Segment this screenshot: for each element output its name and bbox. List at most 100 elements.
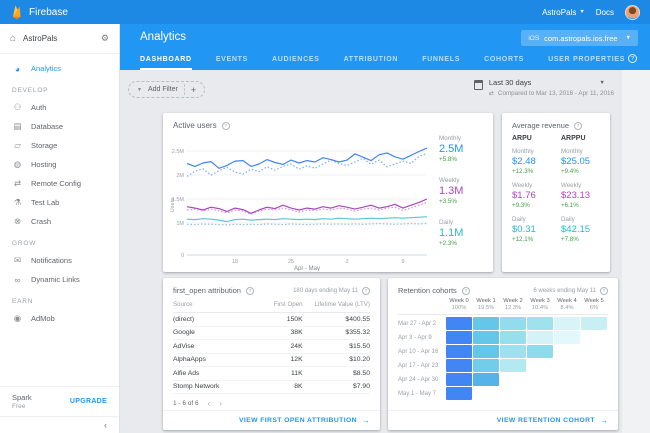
cohort-cell[interactable] [446, 359, 472, 372]
upgrade-button[interactable]: UPGRADE [70, 398, 107, 405]
column-header-source: Source [173, 301, 251, 308]
add-filter-button[interactable]: ▼ Add Filter + [128, 81, 205, 98]
storage-icon: ▱ [12, 140, 23, 151]
tab-audiences[interactable]: AUDIENCES [272, 56, 320, 70]
cohort-cell[interactable] [527, 331, 553, 344]
stat-period-label: Daily [439, 219, 487, 226]
help-icon[interactable]: ? [628, 54, 637, 63]
cohort-cell[interactable] [446, 331, 472, 344]
cohort-cell[interactable] [446, 373, 472, 386]
firebase-console: Firebase AstroPals ▼ Docs ⌂ AstroPals ⚙ … [0, 0, 650, 433]
cohort-cell[interactable] [581, 317, 607, 330]
cohort-cell[interactable] [473, 317, 499, 330]
project-switcher[interactable]: AstroPals ▼ [542, 8, 585, 17]
cohort-cell[interactable] [446, 387, 472, 400]
sidebar-item-label: Remote Config [31, 179, 81, 188]
cohort-row-label: Apr 10 - Apr 16 [398, 349, 446, 355]
next-page-icon[interactable]: › [219, 399, 222, 408]
stat-value: $2.48 [512, 156, 551, 167]
tab-cohorts[interactable]: COHORTS [484, 56, 524, 70]
stat-delta: +3.5% [439, 198, 487, 205]
sidebar-section-develop: DEVELOP [12, 87, 119, 94]
cohort-cell[interactable] [527, 317, 553, 330]
cohort-cell[interactable] [554, 331, 580, 344]
cohort-cell[interactable] [500, 331, 526, 344]
help-icon[interactable]: ? [600, 287, 608, 295]
cohort-cell[interactable] [473, 331, 499, 344]
sidebar-item-dynamic-links[interactable]: ∞ Dynamic Links [0, 270, 119, 289]
cohort-cell-empty [473, 387, 499, 400]
avatar[interactable] [625, 5, 640, 20]
app-selector[interactable]: iOS com.astropals.ios.free ▼ [521, 30, 638, 46]
prev-page-icon[interactable]: ‹ [208, 399, 211, 408]
help-icon[interactable]: ? [222, 122, 230, 130]
view-first-open-attribution-link[interactable]: VIEW FIRST OPEN ATTRIBUTION [239, 417, 357, 424]
cohort-cell[interactable] [446, 317, 472, 330]
sidebar-item-label: AdMob [31, 314, 55, 323]
series-daily [187, 217, 427, 222]
cohort-week-percent: 10.4% [527, 305, 553, 311]
column-header-ltv: Lifetime Value (LTV) [303, 301, 370, 308]
cohort-week-percent: 19.5% [473, 305, 499, 311]
cohort-cell[interactable] [554, 317, 580, 330]
table-row[interactable]: (direct)150K$400.55 [173, 313, 370, 327]
project-overview-row[interactable]: ⌂ AstroPals ⚙ [0, 24, 119, 54]
table-row[interactable]: Alfie Ads11K$8.50 [173, 367, 370, 381]
plan-info: Spark Free [12, 393, 32, 410]
table-row[interactable]: AdVise24K$15.50 [173, 340, 370, 354]
cohort-cell[interactable] [473, 373, 499, 386]
sidebar-item-database[interactable]: ▤Database [0, 117, 119, 136]
sidebar-item-remote-config[interactable]: ⇄Remote Config [0, 174, 119, 193]
tab-funnels[interactable]: FUNNELS [422, 56, 460, 70]
crash-icon: ⊗ [12, 216, 23, 227]
sidebar-item-test-lab[interactable]: ⚗Test Lab [0, 193, 119, 212]
x-axis-label: Apr - May [294, 266, 320, 271]
sidebar-item-hosting[interactable]: ◍Hosting [0, 155, 119, 174]
cohort-cell[interactable] [500, 317, 526, 330]
tab-attribution[interactable]: ATTRIBUTION [344, 56, 399, 70]
help-icon[interactable]: ? [362, 287, 370, 295]
sidebar-item-analytics[interactable]: ◕Analytics [0, 59, 119, 78]
collapse-sidebar-icon[interactable]: ‹ [104, 420, 107, 430]
cohort-cell[interactable] [473, 359, 499, 372]
sidebar-item-notifications[interactable]: ✉Notifications [0, 251, 119, 270]
table-row[interactable]: Google38K$355.32 [173, 327, 370, 341]
sidebar-item-label: Database [31, 122, 63, 131]
tab-events[interactable]: EVENTS [216, 56, 248, 70]
cohort-row-apr-10-apr-16: Apr 10 - Apr 16 [398, 345, 608, 358]
cohort-cell-empty [500, 387, 526, 400]
stat-period-label: Daily [512, 216, 551, 223]
help-icon[interactable]: ? [462, 287, 470, 295]
cohort-week-percent: 8.4% [554, 305, 580, 311]
tab-dashboard[interactable]: DASHBOARD [140, 56, 192, 70]
cohort-cell[interactable] [446, 345, 472, 358]
table-row[interactable]: AlphaApps12K$10.20 [173, 354, 370, 368]
dynamic-links-icon: ∞ [12, 275, 23, 285]
sidebar-item-auth[interactable]: ⚇Auth [0, 98, 119, 117]
scrollbar-track[interactable] [622, 70, 650, 433]
sidebar-item-admob[interactable]: ◉AdMob [0, 309, 119, 328]
table-row[interactable]: Stomp Network8K$7.90 [173, 381, 370, 395]
help-icon[interactable]: ? [246, 287, 254, 295]
tab-user-properties[interactable]: USER PROPERTIES [548, 56, 625, 70]
help-icon[interactable]: ? [574, 122, 582, 130]
stat-delta: +7.8% [561, 236, 600, 243]
cohort-cell[interactable] [500, 359, 526, 372]
sidebar-item-crash[interactable]: ⊗Crash [0, 212, 119, 231]
cohort-cell[interactable] [473, 345, 499, 358]
cohort-cell[interactable] [500, 345, 526, 358]
sidebar-item-storage[interactable]: ▱Storage [0, 136, 119, 155]
docs-link[interactable]: Docs [596, 8, 614, 17]
stat-value: $0.31 [512, 224, 551, 235]
gear-icon[interactable]: ⚙ [101, 33, 109, 44]
y-axis-tick: 1M [176, 221, 184, 227]
view-retention-cohort-link[interactable]: VIEW RETENTION COHORT [497, 417, 595, 424]
date-range-control[interactable]: Last 30 days ▼ ⇄ Compared to Mar 13, 201… [474, 78, 614, 97]
plus-icon[interactable]: + [191, 85, 196, 95]
attr-ltv-cell: $400.55 [303, 316, 370, 323]
sidebar-item-label: Dynamic Links [31, 275, 80, 284]
cohort-cell[interactable] [527, 345, 553, 358]
revenue-stat-arpu-daily: Daily$0.31+12.1% [512, 216, 551, 243]
cohort-cell-empty [581, 345, 607, 358]
brand[interactable]: Firebase [10, 4, 68, 20]
